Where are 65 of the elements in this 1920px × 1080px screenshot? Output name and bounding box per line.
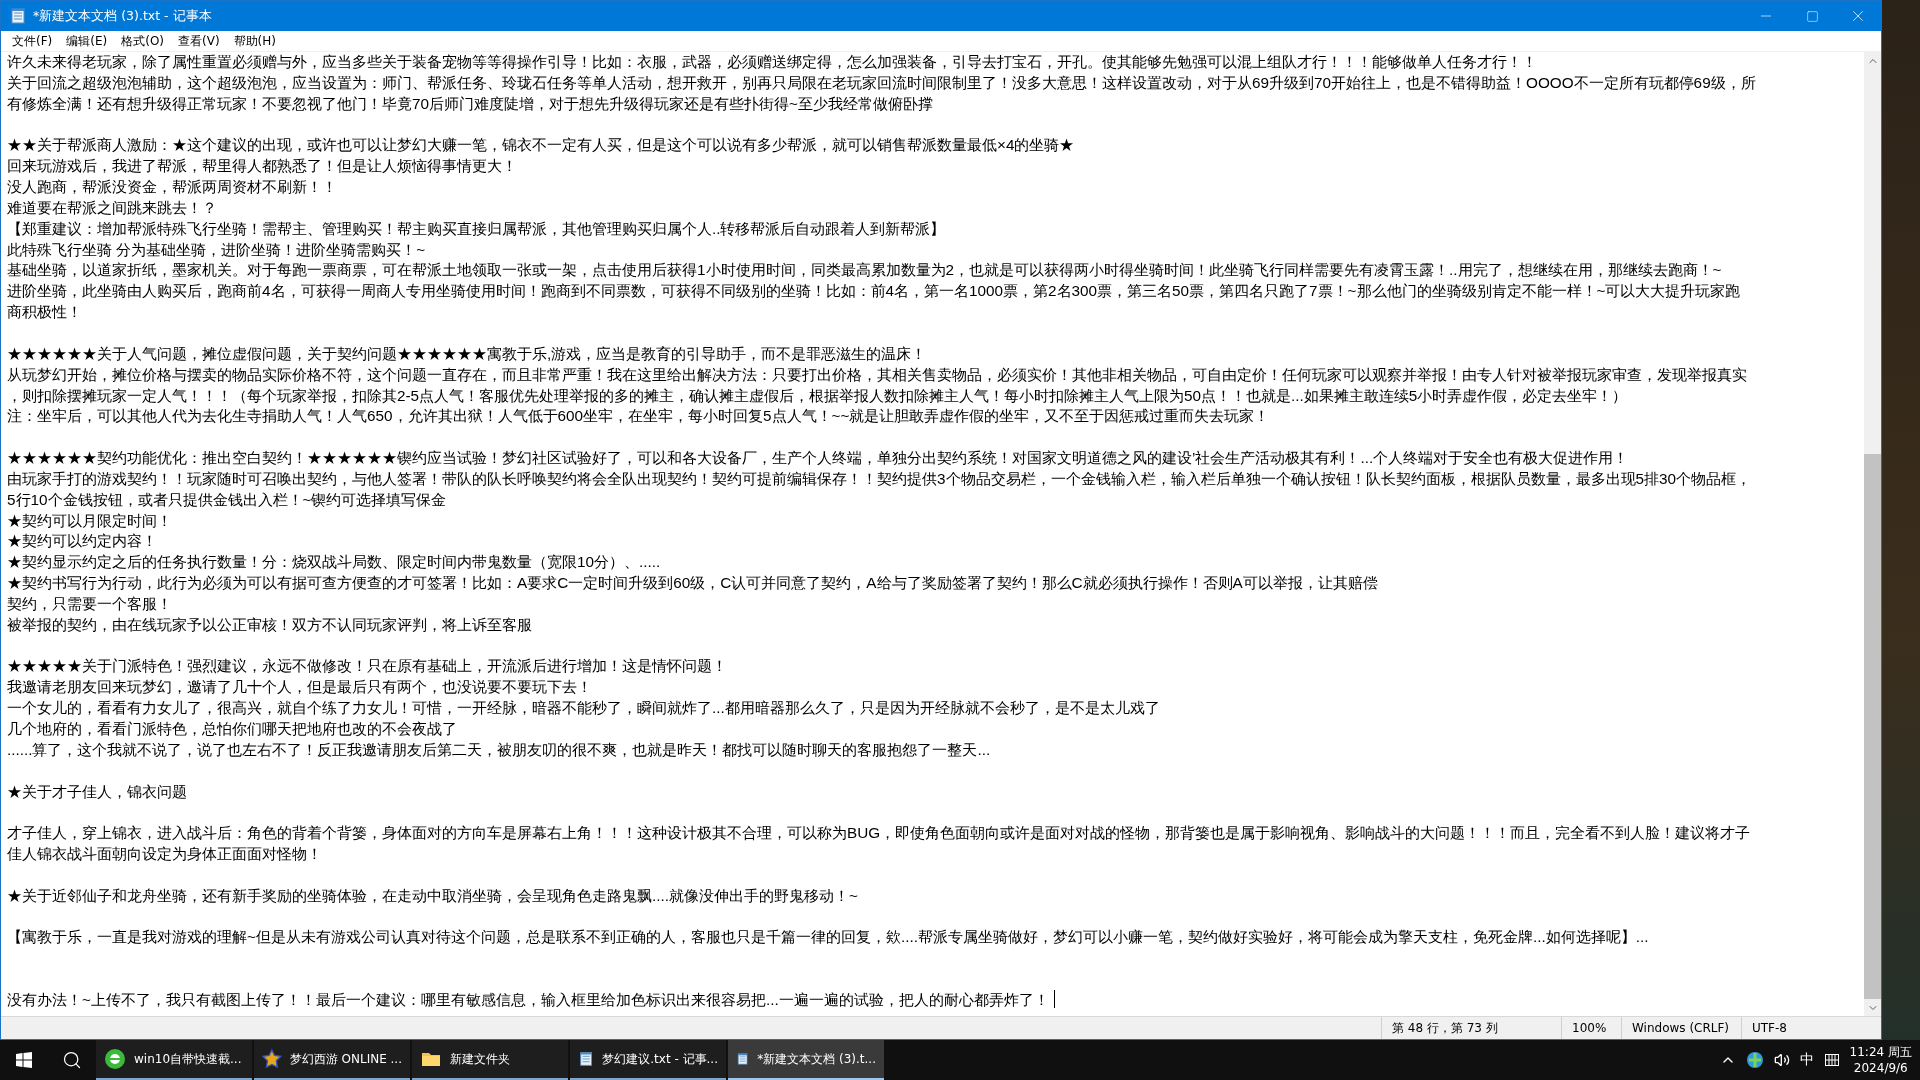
text-cursor [1053,989,1055,1008]
text-line: ★契约可以月限定时间！ [7,511,172,529]
text-line: ★关于近邻仙子和龙舟坐骑，还有新手奖励的坐骑体验，在走动中取消坐骑，会呈现角色走路鬼飘....就像没伸出手的野鬼移动！~ [7,886,858,904]
notepad-icon [9,7,27,25]
line-ending: Windows (CRLF) [1621,1017,1741,1039]
text-line: 几个地府的，看看门派特色，总怕你们哪天把地府也改的不会夜战了 [7,720,457,737]
menu-item[interactable]: 格式(O) [114,31,172,51]
text-line: ★契约可以约定内容！ [7,532,157,550]
menu-item[interactable]: 编辑(E) [59,31,115,51]
text-line: 从玩梦幻开始，摊位价格与摆卖的物品实际价格不符，这个问题一直存在，而且非常严重！我在这里给出解决方法：只要打出价格，其相关售卖物品，必须实价！其他非相关物品，可自由定价！任何玩家可以观察并举报！由专人针对被举报玩家审查，发现举报真实 [7,365,1747,383]
game-icon [262,1048,282,1070]
text-line: 没有办法！~上传不了，我只有截图上传了！！最后一个建议：哪里有敏感信息，输入框里给加色标识出来很容易把...一遍一遍的试验，把人的耐心都弄炸了！ [7,990,1049,1008]
taskbar-app[interactable]: 梦幻建议.txt - 记事... [570,1040,726,1080]
text-line: 5行10个金钱按钮，或者只提供金钱出入栏！~锲约可选择填写保金 [7,490,447,508]
text-line: 回来玩游戏后，我进了帮派，帮里得人都熟悉了！但是让人烦恼得事情更大！ [7,157,517,175]
menu-item[interactable]: 文件(F) [5,31,60,51]
text-line: 关于回流之超级泡泡辅助，这个超级泡泡，应当设置为：师门、帮派任务、玲珑石任务等单人活动，想开救开，别再只局限在老玩家回流时间限制里了！没多大意思！这样设置改动，对于从69升级到70开始往上，也是不错得助益！OOOO不一定所有玩都停69级，所 [7,73,1756,91]
text-line: ★★★★★★关于人气问题，摊位虚假问题，关于契约问题★★★★★★寓教于乐,游戏，应当是教育的引导助手，而不是罪恶滋生的温床！ [7,344,927,362]
text-line: 进阶坐骑，此坐骑由人购买后，跑商前4名，可获得一周商人专用坐骑使用时间！跑商到不同票数，可获得不同级别的坐骑！比如：前4名，第一名1000票，第2名300票，第三名50票，第四名只跑了7票！~那么他门的坐骑级别肯定不能一样！~可以大大提升玩家跑 [7,282,1741,300]
text-line: 注：坐牢后，可以其他人代为去化生寺捐助人气！人气650，允许其出狱！人气低于600坐牢，在坐牢，每小时回复5点人气！~~就是让胆敢弄虚作假的坐牢，又不至于因惩戒过重而失去玩家！ [7,407,1270,425]
text-line: ★契约显示约定之后的任务执行数量！分：烧双战斗局数、限定时间内带鬼数量（宽限10分）、..... [7,553,661,571]
text-line: ......算了，这个我就不说了，说了也左右不了！反正我邀请朋友后第二天，被朋友叨的很不爽，也就是昨天！都找可以随时聊天的客服抱怨了一整天... [7,740,991,758]
search-icon[interactable] [62,1050,82,1070]
windows-icon [16,1052,32,1068]
text-line: 我邀请老朋友回来玩梦幻，邀请了几十个人，但是最后只有两个，也没说要不要玩下去！ [7,678,592,696]
browser-icon [104,1048,126,1070]
text-line: 此特殊飞行坐骑 分为基础坐骑，进阶坐骑！进阶坐骑需购买！~ [7,240,426,258]
text-line: 被举报的契约，由在线玩家予以公正审核！双方不认同玩家评判，将上诉至客服 [7,615,532,633]
keyboard-grid-icon[interactable] [1823,1052,1840,1068]
text-line: ★契约书写行为行动，此行为必须为可以有据可查方便查的才可签署！比如：A要求C一定时间升级到60级，C认可并同意了契约，A给与了奖励签署了契约！那么C就必须执行操作！否则A可以举报，让其赔偿 [7,574,1378,592]
menu-item[interactable]: 查看(V) [171,31,227,51]
menu-item[interactable]: 帮助(H) [226,31,283,51]
encoding: UTF-8 [1741,1017,1881,1039]
text-line: 有修炼全满！还有想升级得正常玩家！不要忽视了他门！毕竟70后师门难度陡增，对于想先升级得玩家还是有些扑街得~至少我经常做俯卧撑 [7,94,933,112]
maximize-icon[interactable] [1805,9,1819,23]
text-line: 基础坐骑，以道家折纸，墨家机关。对于每跑一票商票，可在帮派土地领取一张或一架，点击使用后获得1小时使用时间，同类最高累加数量为2，也就是可以获得两小时得坐骑时间！此坐骑飞行同样需要先有凌霄玉露！..用完了，想继续在用，那继续去跑商！~ [7,261,1722,279]
text-line: 商积极性！ [7,303,82,321]
scroll-thumb[interactable] [1864,454,1881,999]
window-title: *新建文本文档 (3).txt - 记事本 [33,7,213,25]
text-line: 才子佳人，穿上锦衣，进入战斗后：角色的背着个背篓，身体面对的方向车是屏幕右上角！！！这种设计极其不合理，可以称为BUG，即使角色面朝向或许是面对对战的怪物，那背篓也是属于影响视角、影响战斗的大问题！！！而且，完全看不到人脸！建议将才子 [7,824,1751,842]
text-line: 难道要在帮派之间跳来跳去！？ [7,198,217,216]
text-line: 契约，只需要一个客服！ [7,594,172,612]
volume-icon[interactable] [1773,1052,1790,1068]
text-line: 【寓教于乐，一直是我对游戏的理解~但是从未有游戏公司认真对待这个问题，总是联系不到正确的人，客服也只是千篇一律的回复，欸....帮派专属坐骑做好，梦幻可以小赚一笔，契约做好实验好，将可能会成为擎天支柱，免死金牌...如何选择呢】... [7,928,1649,946]
text-line: ★★★★★关于门派特色！强烈建议，永远不做修改！只在原有基础上，开流派后进行增加！这是情怀问题！ [7,657,727,675]
taskbar-app[interactable]: 梦幻西游 ONLINE ... [254,1040,410,1080]
text-line: 没人跑商，帮派没资金，帮派两周资材不刷新！！ [7,178,337,196]
text-line: ★关于才子佳人，锦衣问题 [7,782,187,800]
ime-indicator[interactable]: 中 [1799,1051,1814,1069]
text-line: 佳人锦衣战斗面朝向设定为身体正面面对怪物！ [7,845,322,863]
clock[interactable]: 11:24 周五 2024/9/6 [1849,1044,1912,1076]
taskbar-app[interactable]: *新建文本文档 (3).t... [728,1040,884,1080]
cursor-position: 第 48 行，第 73 列 [1381,1017,1561,1039]
zoom-level: 100% [1561,1017,1621,1039]
scrollbar[interactable] [1864,52,1881,1016]
text-line: 由玩家手打的游戏契约！！玩家随时可召唤出契约，与他人签署！带队的队长呼唤契约将会全队出现契约！契约可提前编辑保存！！契约提供3个物品交易栏，一个金钱输入栏，输入栏后单独一个确认按钮！队长契约面板，根据队员数量，最多出现5排30个物品框， [7,469,1752,487]
text-line: ★★★★★★契约功能优化：推出空白契约！★★★★★★锲约应当试验！梦幻社区试验好了，可以和各大设备厂，生产个人终端，单独分出契约系统！对国家文明道德之风的建设’社会生产活动极其有利！...个人终端对于安全也有极大促进作用！ [7,449,1629,467]
taskbar-app[interactable]: win10自带快速截... [96,1040,252,1080]
text-line: 【郑重建议：增加帮派特殊飞行坐骑！需帮主、管理购买！帮主购买直接归属帮派，其他管理购买归属个人..转移帮派后自动跟着人到新帮派】 [7,219,946,237]
network-icon[interactable] [1745,1051,1764,1069]
text-line: ，则扣除摆摊玩家一定人气！！！（每个玩家举报，扣除其2-5点人气！客服优先处理举报的多的摊主，确认摊主虚假后，根据举报人数扣除摊主人气！每小时扣除摊主人气上限为50点！！也就是...如果摊主敢连续5小时弄虚作假，必定去坐牢！） [7,386,1628,404]
taskbar-app[interactable]: 新建文件夹 [412,1040,568,1080]
text-line: ★★关于帮派商人激励：★这个建议的出现，或许也可以让梦幻大赚一笔，锦衣不一定有人买，但是这个可以说有多少帮派，就可以销售帮派数量最低×4的坐骑★ [7,136,1075,154]
text-line: 许久未来得老玩家，除了属性重置必须赠与外，应当多些关于装备宠物等等得操作引导！比如：衣服，武器，必须赠送绑定得，怎么加强装备，引导去打宝石，开孔。使其能够先勉强可以混上组队才行！！！能够做单人任务才行！！ [7,53,1537,70]
text-line: 一个女儿的，看看有力女儿了，很高兴，就自个练了力女儿！可惜，一开经脉，暗器不能秒了，瞬间就炸了...都用暗器那么久了，只是因为开经脉就不会秒了，是不是太儿戏了 [7,699,1160,717]
